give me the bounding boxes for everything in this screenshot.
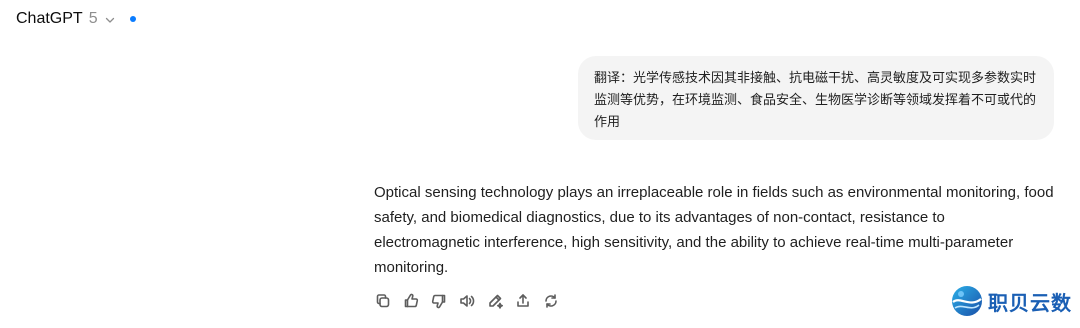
- user-message-text: 翻译：光学传感技术因其非接触、抗电磁干扰、高灵敏度及可实现多参数实时监测等优势，…: [594, 71, 1037, 130]
- thumbs-down-icon: [431, 294, 446, 309]
- message-actions-toolbar: [372, 290, 562, 312]
- model-selector[interactable]: ChatGPT 5: [16, 10, 136, 28]
- thumbs-up-icon: [404, 293, 419, 308]
- good-response-button[interactable]: [400, 290, 422, 312]
- copy-button[interactable]: [372, 290, 394, 312]
- copy-icon: [376, 294, 390, 308]
- assistant-message-text: Optical sensing technology plays an irre…: [374, 184, 1054, 276]
- globe-logo-icon: [952, 286, 982, 316]
- status-dot: [129, 16, 136, 22]
- share-button[interactable]: [512, 290, 534, 312]
- regenerate-icon: [545, 294, 557, 308]
- watermark: 职贝云数: [950, 284, 1072, 318]
- chevron-down-icon: [105, 17, 114, 23]
- bad-response-button[interactable]: [428, 290, 450, 312]
- chat-page: ChatGPT 5 翻译：光学传感技术因其非接触、抗电磁干扰、高灵敏度及可实现多…: [0, 0, 1080, 328]
- user-message-bubble: 翻译：光学传感技术因其非接触、抗电磁干扰、高灵敏度及可实现多参数实时监测等优势，…: [578, 56, 1054, 140]
- edit-button[interactable]: [484, 290, 506, 312]
- app-name: ChatGPT: [16, 10, 83, 27]
- watermark-text: 职贝云数: [988, 290, 1072, 315]
- model-version: 5: [88, 10, 98, 27]
- regenerate-button[interactable]: [540, 290, 562, 312]
- share-icon: [517, 294, 529, 307]
- assistant-message: Optical sensing technology plays an irre…: [374, 180, 1054, 280]
- read-aloud-button[interactable]: [456, 290, 478, 312]
- edit-icon: [489, 294, 503, 309]
- speaker-icon: [460, 295, 475, 307]
